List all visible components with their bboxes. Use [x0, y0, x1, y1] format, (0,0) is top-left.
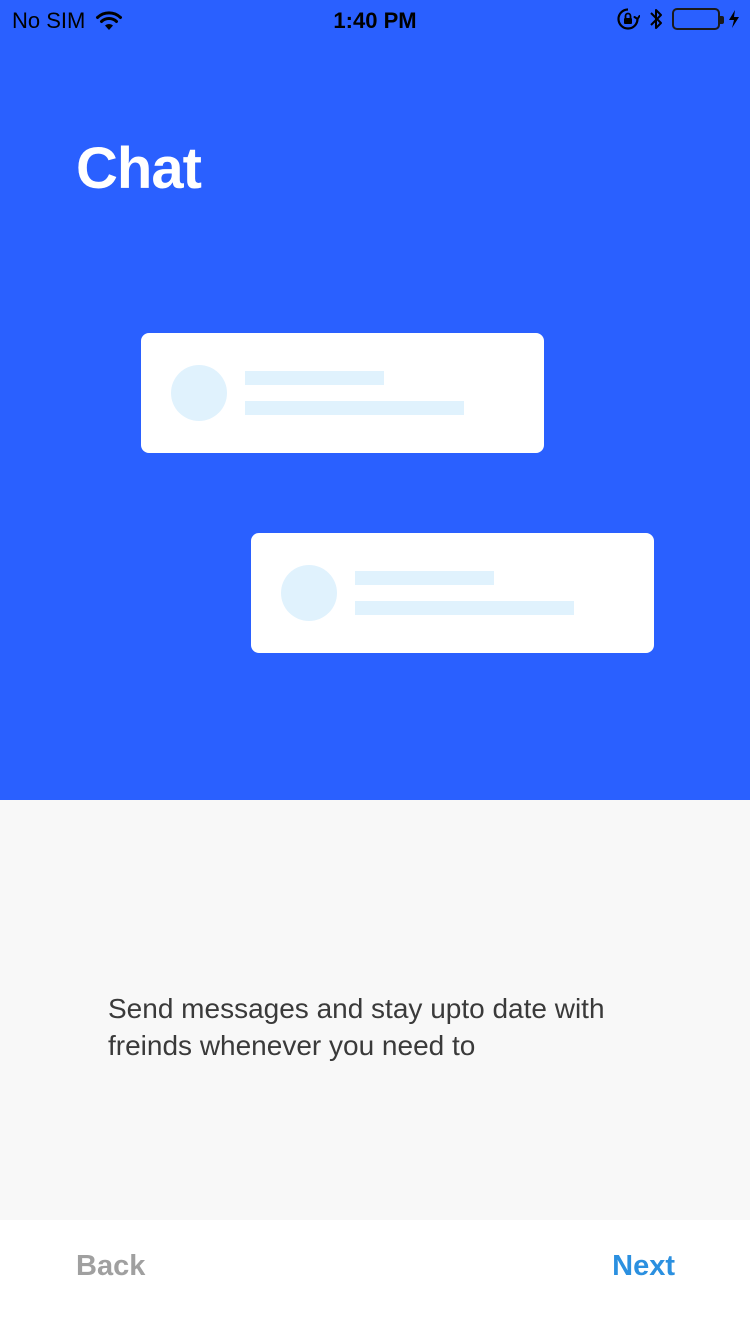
avatar-placeholder: [281, 565, 337, 621]
back-button[interactable]: Back: [76, 1250, 145, 1283]
bottom-navigation: Back Next: [0, 1220, 750, 1334]
text-line-placeholder: [355, 571, 494, 585]
next-button[interactable]: Next: [612, 1250, 675, 1283]
chat-bubble-illustration: [251, 533, 654, 653]
battery-cap: [720, 16, 724, 24]
chat-bubble-illustration: [141, 333, 544, 453]
orientation-lock-icon: [616, 7, 640, 31]
status-bar: No SIM 1:40 PM: [0, 0, 750, 40]
text-line-placeholder: [355, 601, 574, 615]
avatar-placeholder: [171, 365, 227, 421]
hero-section: No SIM 1:40 PM Chat: [0, 0, 750, 800]
text-line-placeholder: [245, 401, 464, 415]
text-line-placeholder: [245, 371, 384, 385]
bluetooth-icon: [648, 7, 664, 31]
feature-description: Send messages and stay upto date with fr…: [108, 993, 605, 1061]
description-section: Send messages and stay upto date with fr…: [0, 800, 750, 1220]
charging-bolt-icon: [728, 9, 740, 29]
page-title: Chat: [76, 136, 202, 201]
onboarding-screen: No SIM 1:40 PM Chat Send messages and st…: [0, 0, 750, 1334]
status-right: [616, 7, 740, 31]
battery-icon: [672, 8, 724, 30]
